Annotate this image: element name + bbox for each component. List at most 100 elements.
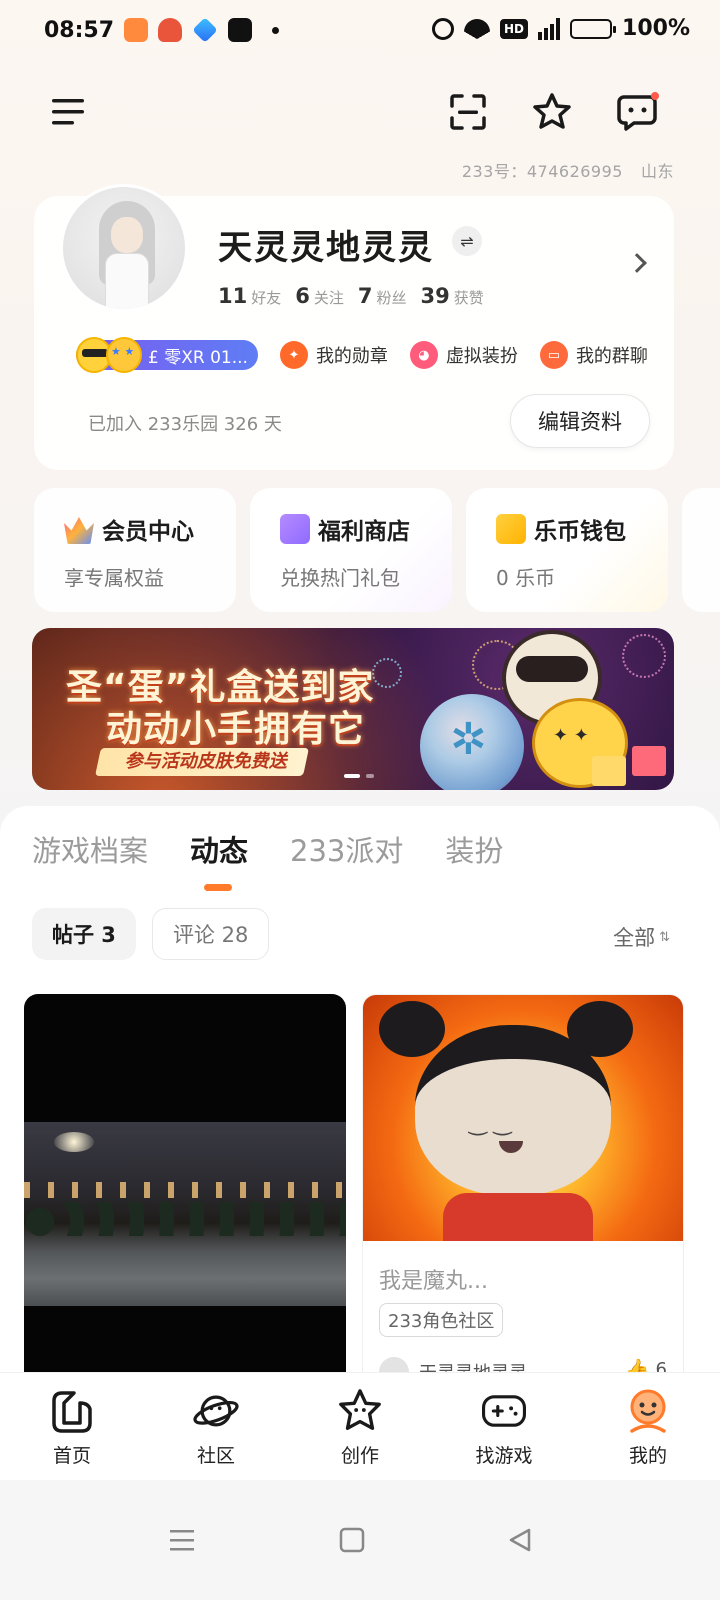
edit-profile-button[interactable]: 编辑资料 — [510, 394, 650, 448]
vip-center-subtitle: 享专属权益 — [64, 566, 164, 590]
group-chat-link[interactable]: ▭ 我的群聊 — [539, 341, 648, 369]
menu-button[interactable] — [36, 80, 100, 144]
nav-find-games[interactable]: 找游戏 — [432, 1373, 576, 1480]
stat-following[interactable]: 6 关注 — [295, 284, 344, 308]
my-medals-link[interactable]: ✦ 我的勋章 — [279, 341, 388, 369]
scan-button[interactable] — [436, 80, 500, 144]
system-home-button[interactable] — [322, 1510, 382, 1570]
vip-center-card[interactable]: 会员中心 享专属权益 — [34, 488, 236, 612]
recents-icon — [170, 1530, 194, 1551]
battery-percent: 100% — [622, 16, 690, 41]
promo-banner[interactable]: 圣“蛋”礼盒送到家 动动小手拥有它 参与活动皮肤免费送 — [32, 628, 674, 790]
battery-icon — [570, 18, 617, 39]
home-icon — [52, 1391, 92, 1433]
chevron-right-icon[interactable] — [627, 253, 647, 273]
book-app-icon — [124, 18, 148, 42]
tab-costume[interactable]: 装扮 — [445, 828, 503, 870]
joined-days-text: 已加入 233乐园 326 天 — [88, 414, 282, 435]
back-triangle-icon — [509, 1528, 531, 1552]
hamburger-menu-icon — [52, 99, 84, 125]
profile-tabs: 游戏档案 动态 233派对 装扮 — [32, 828, 503, 870]
star-create-icon — [339, 1389, 381, 1430]
post-card-character[interactable]: 我是魔丸... 233角色社区 天灵灵地灵灵 👍 6 — [362, 994, 684, 1376]
username[interactable]: 天灵灵地灵灵 — [218, 220, 434, 269]
star-eyes-emoji-icon — [106, 337, 142, 373]
stat-likes[interactable]: 39 获赞 — [421, 284, 484, 308]
switch-account-button[interactable]: ⇌ — [452, 226, 482, 256]
account-location: 山东 — [640, 162, 674, 181]
banner-cta[interactable]: 参与活动皮肤免费送 — [95, 748, 309, 776]
stat-friends[interactable]: 11 好友 — [218, 284, 281, 308]
messages-button[interactable] — [606, 80, 670, 144]
profile-card: 天灵灵地灵灵 ⇌ 11好友 6关注 7粉丝 39获赞 £ 零XR 01... ✦… — [34, 184, 674, 470]
vip-crown-icon — [64, 517, 94, 544]
star-outline-icon — [533, 93, 571, 129]
top-toolbar — [0, 80, 720, 144]
gift-box-illustration — [592, 756, 626, 786]
active-tab-indicator — [204, 884, 232, 891]
profile-face-icon — [630, 1389, 666, 1433]
post-image — [24, 1122, 346, 1306]
content-sheet: 游戏档案 动态 233派对 装扮 帖子 3 评论 28 全部 ⇅ 我是魔丸...… — [0, 806, 720, 1376]
snow-globe-illustration — [420, 694, 524, 790]
browser-app-icon — [192, 17, 218, 43]
costume-icon: ◕ — [409, 341, 438, 369]
gift-box-illustration — [632, 746, 666, 776]
alarm-icon — [432, 17, 455, 40]
filter-posts[interactable]: 帖子 3 — [32, 908, 136, 960]
medal-icon: ✦ — [279, 341, 308, 369]
post-title: 我是魔丸... — [379, 1269, 488, 1294]
welfare-shop-card[interactable]: 福利商店 兑换热门礼包 — [250, 488, 452, 612]
account-id: 233号：474626995 — [461, 162, 623, 181]
nav-mine[interactable]: 我的 — [576, 1373, 720, 1480]
nav-create[interactable]: 创作 — [288, 1373, 432, 1480]
bottom-navigation: 首页 社区 创作 找游戏 我的 — [0, 1372, 720, 1480]
favorites-button[interactable] — [520, 80, 584, 144]
home-square-icon — [339, 1527, 365, 1553]
more-notifications-dot — [272, 26, 279, 34]
welfare-shop-subtitle: 兑换热门礼包 — [280, 566, 400, 590]
music-app-icon — [228, 18, 252, 42]
coin-wallet-card[interactable]: 乐币钱包 0 乐币 — [466, 488, 668, 612]
status-indicators: HD 100% — [432, 16, 690, 41]
gamepad-icon — [482, 1395, 526, 1427]
shortcut-cards: 会员中心 享专属权益 福利商店 兑换热门礼包 乐币钱包 0 乐币 — [34, 488, 720, 612]
tab-233-party[interactable]: 233派对 — [290, 828, 403, 870]
planet-community-icon — [193, 1395, 239, 1427]
virtual-costume-link[interactable]: ◕ 虚拟装扮 — [409, 341, 518, 369]
gift-shop-icon — [280, 514, 310, 544]
post-filters: 帖子 3 评论 28 — [32, 908, 270, 960]
avatar[interactable] — [60, 184, 188, 312]
sort-icon: ⇅ — [659, 929, 670, 945]
wifi-icon — [464, 18, 491, 39]
nav-home[interactable]: 首页 — [0, 1373, 144, 1480]
system-navigation-bar — [0, 1480, 720, 1600]
tab-activity[interactable]: 动态 — [190, 828, 248, 870]
badges-row: £ 零XR 01... ✦ 我的勋章 ◕ 虚拟装扮 ▭ 我的群聊 — [76, 337, 648, 373]
filter-comments[interactable]: 评论 28 — [151, 908, 270, 960]
tab-game-records[interactable]: 游戏档案 — [32, 828, 148, 870]
post-image — [363, 995, 683, 1241]
group-chat-icon: ▭ — [539, 341, 568, 369]
post-community-tag[interactable]: 233角色社区 — [379, 1303, 504, 1337]
system-recents-button[interactable] — [152, 1510, 212, 1570]
wallet-icon — [496, 514, 526, 544]
sort-button[interactable]: 全部 ⇅ — [613, 922, 670, 952]
game-app-icon — [158, 18, 182, 42]
notification-icons — [124, 17, 279, 43]
banner-subheadline: 动动小手拥有它 — [106, 709, 366, 750]
nav-community[interactable]: 社区 — [144, 1373, 288, 1480]
status-time: 08:57 — [44, 18, 115, 43]
message-bubble-icon — [617, 92, 659, 131]
more-shortcut-card[interactable] — [682, 488, 720, 612]
banner-pagination — [344, 774, 374, 778]
profile-stats: 11 好友 6 关注 7 粉丝 39 获赞 — [218, 284, 484, 308]
coin-wallet-subtitle: 0 乐币 — [496, 566, 556, 590]
title-badge[interactable]: £ 零XR 01... — [76, 337, 258, 373]
post-card-night-scene[interactable] — [24, 994, 346, 1376]
stat-followers[interactable]: 7 粉丝 — [358, 284, 407, 308]
scan-icon — [450, 94, 486, 130]
system-back-button[interactable] — [490, 1510, 550, 1570]
status-bar: 08:57 HD 100% — [0, 0, 720, 64]
cellular-signal-icon — [538, 17, 561, 40]
